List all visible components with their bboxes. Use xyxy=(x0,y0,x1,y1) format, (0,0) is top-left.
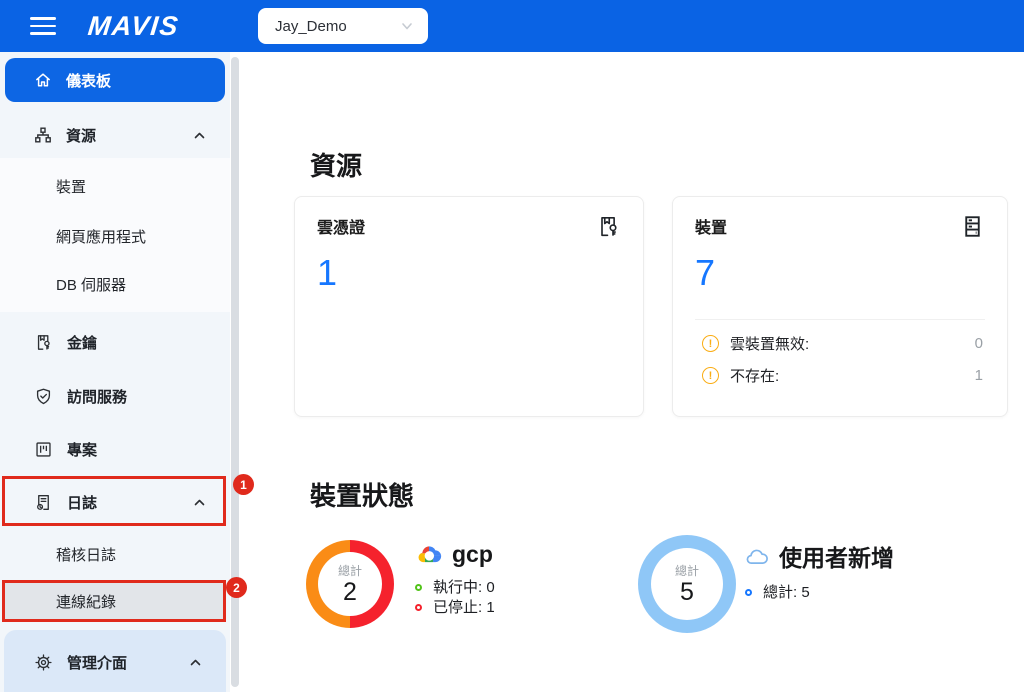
warning-value: 0 xyxy=(975,335,983,352)
sidebar-item-keys[interactable]: 金鑰 xyxy=(0,318,230,366)
sidebar-item-label: 專案 xyxy=(67,439,97,460)
legend-item: 執行中: 0 xyxy=(415,579,495,596)
chevron-up-icon xyxy=(193,129,206,142)
organization-select-value: Jay_Demo xyxy=(275,18,347,35)
server-icon xyxy=(960,214,985,239)
sidebar-item-label: 管理介面 xyxy=(67,652,127,673)
gcp-logo-icon xyxy=(415,543,443,566)
shield-check-icon xyxy=(34,387,53,406)
sidebar-item-devices[interactable]: 裝置 xyxy=(0,166,230,206)
warning-label: 雲裝置無效: xyxy=(730,333,809,354)
chart-title: 使用者新增 xyxy=(779,539,894,573)
certificate-key-icon xyxy=(34,333,53,352)
legend-label: 總計: 5 xyxy=(763,584,810,601)
devices-count: 7 xyxy=(695,253,985,293)
cluster-icon xyxy=(34,126,52,144)
warning-icon: ! xyxy=(702,335,719,352)
donut-center-label: 總計 xyxy=(338,562,362,579)
sidebar-item-web-apps[interactable]: 網頁應用程式 xyxy=(0,216,230,256)
donut-center: 總計 2 xyxy=(318,552,382,616)
legend-item: 已停止: 1 xyxy=(415,599,495,616)
legend-item: 總計: 5 xyxy=(745,584,894,601)
card-title: 裝置 xyxy=(695,214,727,238)
card-title: 雲憑證 xyxy=(317,214,365,238)
divider xyxy=(695,319,985,320)
chevron-down-icon xyxy=(400,19,414,33)
sidebar-item-resources[interactable]: 資源 xyxy=(0,112,230,158)
user-added-chart-info: 使用者新增 總計: 5 xyxy=(745,540,894,601)
legend-label: 已停止: 1 xyxy=(433,599,495,616)
annotation-step-badge: 1 xyxy=(233,474,254,495)
top-bar: MAVIS Jay_Demo xyxy=(0,0,1024,52)
cloud-icon xyxy=(745,547,770,566)
donut-center-label: 總計 xyxy=(675,562,699,579)
sidebar-item-label: 訪問服務 xyxy=(67,386,127,407)
admin-section: 管理介面 xyxy=(4,630,226,692)
sidebar-item-label: 金鑰 xyxy=(67,332,97,353)
sidebar-item-label: 稽核日誌 xyxy=(56,544,116,565)
warning-label: 不存在: xyxy=(730,365,779,386)
gcp-donut-chart: 總計 2 xyxy=(306,540,394,628)
sidebar: 儀表板 資源 裝置 網頁應用程式 DB 伺服器 金鑰 xyxy=(0,52,230,692)
main-content: 資源 雲憑證 1 裝置 7 ! 雲裝置無效: 0 xyxy=(240,52,1024,692)
sidebar-item-label: 資源 xyxy=(66,125,96,146)
chevron-up-icon xyxy=(189,656,202,669)
sidebar-item-admin-interface[interactable]: 管理介面 xyxy=(4,638,226,686)
home-icon xyxy=(34,71,52,89)
donut-center-value: 5 xyxy=(680,579,694,607)
organization-select[interactable]: Jay_Demo xyxy=(258,8,428,44)
project-icon xyxy=(34,440,53,459)
sidebar-item-label: 裝置 xyxy=(56,176,86,197)
sidebar-item-connection-records[interactable]: 連線紀錄 xyxy=(4,580,226,622)
sidebar-item-label: 儀表板 xyxy=(66,70,111,91)
sidebar-item-dashboard[interactable]: 儀表板 xyxy=(5,58,225,102)
certificate-key-icon xyxy=(596,214,621,239)
warning-icon: ! xyxy=(702,367,719,384)
sidebar-item-access-services[interactable]: 訪問服務 xyxy=(0,372,230,420)
donut-center-value: 2 xyxy=(343,579,357,607)
sidebar-item-projects[interactable]: 專案 xyxy=(0,425,230,473)
legend-label: 執行中: 0 xyxy=(433,579,495,596)
gcp-chart-info: gcp 執行中: 0 已停止: 1 xyxy=(415,538,495,616)
gear-icon xyxy=(34,653,53,672)
sidebar-item-logs[interactable]: 日誌 xyxy=(0,478,230,526)
app-window: MAVIS Jay_Demo 儀表板 資源 裝置 xyxy=(0,0,1024,692)
chart-title: gcp xyxy=(452,541,493,568)
file-clock-icon xyxy=(34,493,53,512)
warning-value: 1 xyxy=(975,367,983,384)
app-logo: MAVIS xyxy=(86,11,180,42)
sidebar-item-audit-logs[interactable]: 稽核日誌 xyxy=(0,536,230,572)
section-title-resources: 資源 xyxy=(310,146,362,183)
devices-card[interactable]: 裝置 7 ! 雲裝置無效: 0 ! 不存在: 1 xyxy=(672,196,1008,417)
sidebar-item-label: DB 伺服器 xyxy=(56,274,126,295)
donut-center: 總計 5 xyxy=(651,548,723,620)
chevron-up-icon xyxy=(193,496,206,509)
legend-dot-blue xyxy=(745,589,752,596)
cloud-credentials-card[interactable]: 雲憑證 1 xyxy=(294,196,644,417)
section-title-device-status: 裝置狀態 xyxy=(310,476,414,513)
sidebar-item-label: 日誌 xyxy=(67,492,97,513)
legend-dot-green xyxy=(415,584,422,591)
warning-row: ! 雲裝置無效: 0 xyxy=(702,333,983,354)
sidebar-item-label: 網頁應用程式 xyxy=(56,226,146,247)
sidebar-item-label: 連線紀錄 xyxy=(56,591,116,612)
warning-row: ! 不存在: 1 xyxy=(702,365,983,386)
annotation-step-badge: 2 xyxy=(226,577,247,598)
user-added-donut-chart: 總計 5 xyxy=(638,535,736,633)
hamburger-icon xyxy=(30,17,56,20)
sidebar-item-db-servers[interactable]: DB 伺服器 xyxy=(0,264,230,304)
menu-toggle-button[interactable] xyxy=(30,17,56,35)
cloud-credentials-count: 1 xyxy=(317,253,621,293)
legend-dot-red xyxy=(415,604,422,611)
